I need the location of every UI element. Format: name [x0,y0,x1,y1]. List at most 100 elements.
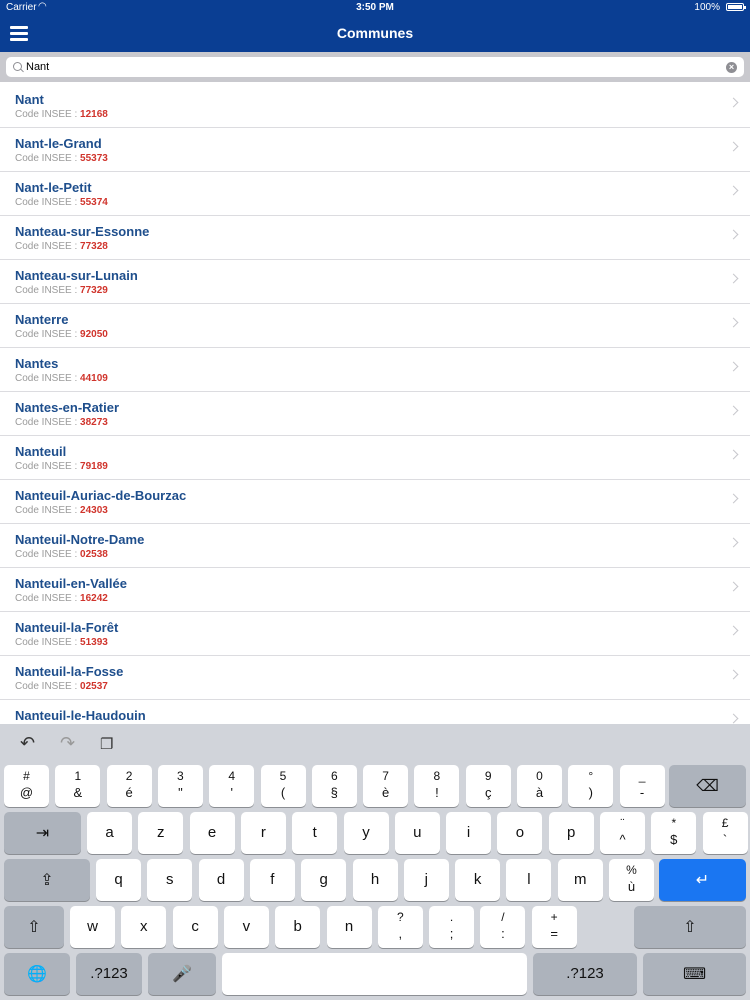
undo-icon[interactable]: ↶ [20,733,35,754]
key-label: e [207,824,217,841]
key[interactable]: f [249,859,295,901]
list-item[interactable]: Nanterre Code INSEE : 92050 [0,304,750,348]
list-item[interactable]: Nanteuil-Auriac-de-Bourzac Code INSEE : 2… [0,480,750,524]
key[interactable]: b [275,906,321,948]
key[interactable]: h [352,859,398,901]
key[interactable]: q [96,859,141,901]
insee-code: 77328 [80,241,108,252]
key-bottom-label: à [535,785,544,800]
caps-lock-button[interactable]: ⇪ [4,859,90,901]
shift-left-button[interactable]: ⇧ [4,906,64,948]
key[interactable]: v [223,906,269,948]
list-item[interactable]: Nant Code INSEE : 12168 [0,84,750,128]
commune-name: Nanteau-sur-Lunain [15,268,138,283]
key[interactable]: x [121,906,167,948]
commune-code: Code INSEE : 92050 [15,329,108,340]
code-label: Code INSEE : [15,109,81,120]
key[interactable]: % ù [609,859,654,901]
key[interactable]: j [403,859,449,901]
list-item[interactable]: Nantes-en-Ratier Code INSEE : 38273 [0,392,750,436]
search-input[interactable] [26,59,716,75]
code-label: Code INSEE : [15,285,81,296]
delete-button[interactable]: ⌫ [669,765,746,807]
key[interactable]: /: [480,906,526,948]
key[interactable]: 1 & [55,765,101,807]
list-item[interactable]: Nanteuil-Notre-Dame Code INSEE : 02538 [0,524,750,568]
key-top-label: 4 [228,769,236,783]
key[interactable]: * $ [651,812,697,854]
key[interactable]: t [292,812,338,854]
delete-icon: ⌫ [696,778,719,795]
tab-button[interactable]: ⇥ [4,812,81,854]
list-item[interactable]: Nanteau-sur-Lunain Code INSEE : 77329 [0,260,750,304]
hide-keyboard-button[interactable]: ⌨ [643,953,746,995]
communes-list: Nant Code INSEE : 12168 Nant-le-Grand Code … [0,84,750,724]
key[interactable]: a [87,812,132,854]
search-field-container[interactable]: × [6,57,744,77]
key-label: t [312,824,317,841]
key[interactable]: p [548,812,594,854]
key[interactable]: k [455,859,501,901]
shift-right-button[interactable]: ⇧ [634,906,746,948]
list-item[interactable]: Nanteuil-en-Vallée Code INSEE : 16242 [0,568,750,612]
key[interactable]: y [343,812,389,854]
key[interactable]: ¨ ^ [600,812,645,854]
key[interactable]: 0à [517,765,562,807]
key[interactable]: s [147,859,193,901]
numbers-button-left[interactable]: .?123 [76,953,142,995]
list-item[interactable]: Nanteuil-la-Fosse Code INSEE : 02537 [0,656,750,700]
commune-code: Code INSEE : 02538 [15,549,108,560]
numbers-button-right[interactable]: .?123 [533,953,637,995]
key[interactable]: u [394,812,440,854]
key-top-label: 0 [536,769,543,783]
key[interactable]: d [198,859,244,901]
key[interactable]: 2é [106,765,152,807]
dictation-button[interactable]: 🎤 [148,953,216,995]
key[interactable]: 8! [414,765,460,807]
list-item[interactable]: Nanteuil-le-Haudouin [0,700,750,724]
key[interactable]: m [557,859,603,901]
commune-name: Nantes [15,356,59,371]
code-label: Code INSEE : [15,197,81,208]
key[interactable]: n [326,906,372,948]
key[interactable]: °) [568,765,614,807]
code-label: Code INSEE : [15,373,81,384]
key[interactable]: g [301,859,347,901]
key[interactable]: 5( [260,765,306,807]
list-item[interactable]: Nant-le-Grand Code INSEE : 55373 [0,128,750,172]
list-item[interactable]: Nanteuil-la-Forêt Code INSEE : 51393 [0,612,750,656]
key[interactable]: o [497,812,543,854]
key[interactable]: w [70,906,115,948]
list-item[interactable]: Nanteau-sur-Essonne Code INSEE : 77328 [0,216,750,260]
key[interactable]: r [240,812,286,854]
key[interactable]: 4 ' [209,765,255,807]
key[interactable]: z [138,812,184,854]
key[interactable]: # @ [4,765,49,807]
redo-icon[interactable]: ↷ [60,733,75,754]
list-item[interactable]: Nant-le-Petit Code INSEE : 55374 [0,172,750,216]
clear-search-icon[interactable]: × [726,62,737,73]
key[interactable]: l [506,859,552,901]
search-icon [13,62,22,71]
list-item[interactable]: Nantes Code INSEE : 44109 [0,348,750,392]
key[interactable]: 3 " [157,765,203,807]
paste-icon[interactable]: ❐ [100,735,113,753]
key[interactable]: c [172,906,218,948]
key[interactable]: + = [531,906,577,948]
key-top-label: 5 [279,769,287,783]
key[interactable]: e [189,812,235,854]
key[interactable]: ?, [377,906,423,948]
key[interactable]: 7è [363,765,409,807]
insee-code: 02538 [80,549,108,560]
key[interactable]: £ ` [702,812,748,854]
key[interactable]: _ - [619,765,665,807]
chevron-right-icon [728,97,739,108]
key[interactable]: i [446,812,492,854]
key[interactable]: 9ç [465,765,511,807]
key[interactable]: .; [429,906,475,948]
globe-button[interactable]: 🌐 [4,953,70,995]
return-button[interactable]: ↵ [659,859,746,901]
space-bar[interactable] [222,953,527,995]
key[interactable]: 6 § [311,765,357,807]
list-item[interactable]: Nanteuil Code INSEE : 79189 [0,436,750,480]
